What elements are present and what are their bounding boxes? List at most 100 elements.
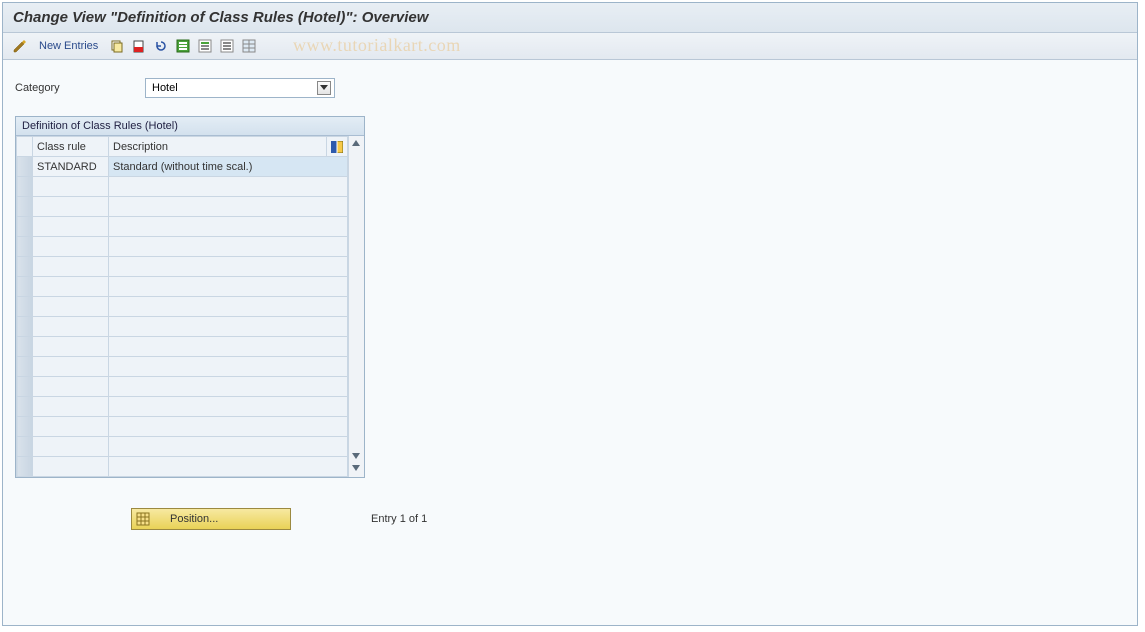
row-handle[interactable] xyxy=(17,457,33,477)
cell-description[interactable] xyxy=(109,337,348,357)
table-row[interactable] xyxy=(17,297,348,317)
col-header-classrule[interactable]: Class rule xyxy=(33,137,109,157)
cell-description[interactable] xyxy=(109,197,348,217)
row-handle[interactable] xyxy=(17,417,33,437)
position-button-label: Position... xyxy=(170,513,218,525)
cell-description[interactable] xyxy=(109,277,348,297)
cell-description[interactable] xyxy=(109,357,348,377)
entry-count-text: Entry 1 of 1 xyxy=(371,513,427,525)
category-row: Category Hotel xyxy=(15,78,1125,98)
row-handle[interactable] xyxy=(17,237,33,257)
row-handle[interactable] xyxy=(17,357,33,377)
row-handle[interactable] xyxy=(17,397,33,417)
select-block-icon[interactable] xyxy=(196,37,214,55)
col-header-description[interactable]: Description xyxy=(109,137,327,157)
row-handle[interactable] xyxy=(17,337,33,357)
cell-description[interactable] xyxy=(109,317,348,337)
cell-classrule[interactable] xyxy=(33,317,109,337)
table-row[interactable]: STANDARDStandard (without time scal.) xyxy=(17,157,348,177)
table-row[interactable] xyxy=(17,217,348,237)
position-icon xyxy=(136,512,150,526)
class-rules-table[interactable]: Class rule Description STANDARDStandard … xyxy=(16,136,348,477)
row-handle[interactable] xyxy=(17,277,33,297)
cell-classrule[interactable] xyxy=(33,457,109,477)
cell-description[interactable] xyxy=(109,417,348,437)
select-all-icon[interactable] xyxy=(174,37,192,55)
row-handle[interactable] xyxy=(17,377,33,397)
table-row[interactable] xyxy=(17,237,348,257)
content-area: Category Hotel Definition of Class Rules… xyxy=(3,60,1137,625)
panel-title: Definition of Class Rules (Hotel) xyxy=(16,117,364,136)
row-handle[interactable] xyxy=(17,317,33,337)
scroll-page-down-icon[interactable] xyxy=(351,463,363,475)
cell-description[interactable] xyxy=(109,397,348,417)
copy-icon[interactable] xyxy=(108,37,126,55)
cell-description[interactable] xyxy=(109,237,348,257)
cell-description[interactable]: Standard (without time scal.) xyxy=(109,157,348,177)
chevron-down-icon xyxy=(317,81,331,95)
deselect-icon[interactable] xyxy=(218,37,236,55)
category-select[interactable]: Hotel xyxy=(145,78,335,98)
cell-description[interactable] xyxy=(109,217,348,237)
cell-classrule[interactable] xyxy=(33,217,109,237)
vertical-scrollbar[interactable] xyxy=(348,136,364,477)
row-handle[interactable] xyxy=(17,257,33,277)
delete-icon[interactable] xyxy=(130,37,148,55)
scroll-up-icon[interactable] xyxy=(351,138,363,150)
display-change-icon[interactable] xyxy=(11,37,29,55)
cell-classrule[interactable] xyxy=(33,257,109,277)
cell-description[interactable] xyxy=(109,457,348,477)
cell-classrule[interactable] xyxy=(33,297,109,317)
toolbar: New Entries www.tutorialkart.com xyxy=(3,33,1137,60)
row-handle-header[interactable] xyxy=(17,137,33,157)
table-settings-icon[interactable] xyxy=(240,37,258,55)
table-row[interactable] xyxy=(17,277,348,297)
footer: Position... Entry 1 of 1 xyxy=(131,508,1125,530)
configure-columns-icon[interactable] xyxy=(327,137,348,157)
new-entries-button[interactable]: New Entries xyxy=(33,40,104,52)
cell-classrule[interactable] xyxy=(33,357,109,377)
cell-classrule[interactable] xyxy=(33,177,109,197)
page-title: Change View "Definition of Class Rules (… xyxy=(13,9,428,26)
cell-description[interactable] xyxy=(109,297,348,317)
position-button[interactable]: Position... xyxy=(131,508,291,530)
cell-classrule[interactable] xyxy=(33,377,109,397)
scroll-line-down-icon[interactable] xyxy=(351,451,363,463)
watermark-text: www.tutorialkart.com xyxy=(293,35,461,56)
cell-description[interactable] xyxy=(109,377,348,397)
row-handle[interactable] xyxy=(17,297,33,317)
table-wrap: Class rule Description STANDARDStandard … xyxy=(16,136,364,477)
row-handle[interactable] xyxy=(17,217,33,237)
table-row[interactable] xyxy=(17,417,348,437)
cell-description[interactable] xyxy=(109,177,348,197)
table-row[interactable] xyxy=(17,257,348,277)
row-handle[interactable] xyxy=(17,177,33,197)
cell-description[interactable] xyxy=(109,437,348,457)
table-row[interactable] xyxy=(17,337,348,357)
table-row[interactable] xyxy=(17,437,348,457)
category-label: Category xyxy=(15,82,145,94)
title-bar: Change View "Definition of Class Rules (… xyxy=(3,3,1137,33)
table-row[interactable] xyxy=(17,197,348,217)
cell-description[interactable] xyxy=(109,257,348,277)
cell-classrule[interactable] xyxy=(33,277,109,297)
main-window: Change View "Definition of Class Rules (… xyxy=(2,2,1138,626)
table-row[interactable] xyxy=(17,377,348,397)
cell-classrule[interactable] xyxy=(33,397,109,417)
cell-classrule[interactable] xyxy=(33,197,109,217)
cell-classrule[interactable] xyxy=(33,337,109,357)
cell-classrule[interactable] xyxy=(33,237,109,257)
table-row[interactable] xyxy=(17,317,348,337)
cell-classrule[interactable] xyxy=(33,437,109,457)
cell-classrule[interactable]: STANDARD xyxy=(33,157,109,177)
table-row[interactable] xyxy=(17,177,348,197)
table-row[interactable] xyxy=(17,457,348,477)
row-handle[interactable] xyxy=(17,437,33,457)
row-handle[interactable] xyxy=(17,197,33,217)
row-handle[interactable] xyxy=(17,157,33,177)
cell-classrule[interactable] xyxy=(33,417,109,437)
table-row[interactable] xyxy=(17,357,348,377)
table-row[interactable] xyxy=(17,397,348,417)
class-rules-panel: Definition of Class Rules (Hotel) Class … xyxy=(15,116,365,478)
undo-icon[interactable] xyxy=(152,37,170,55)
